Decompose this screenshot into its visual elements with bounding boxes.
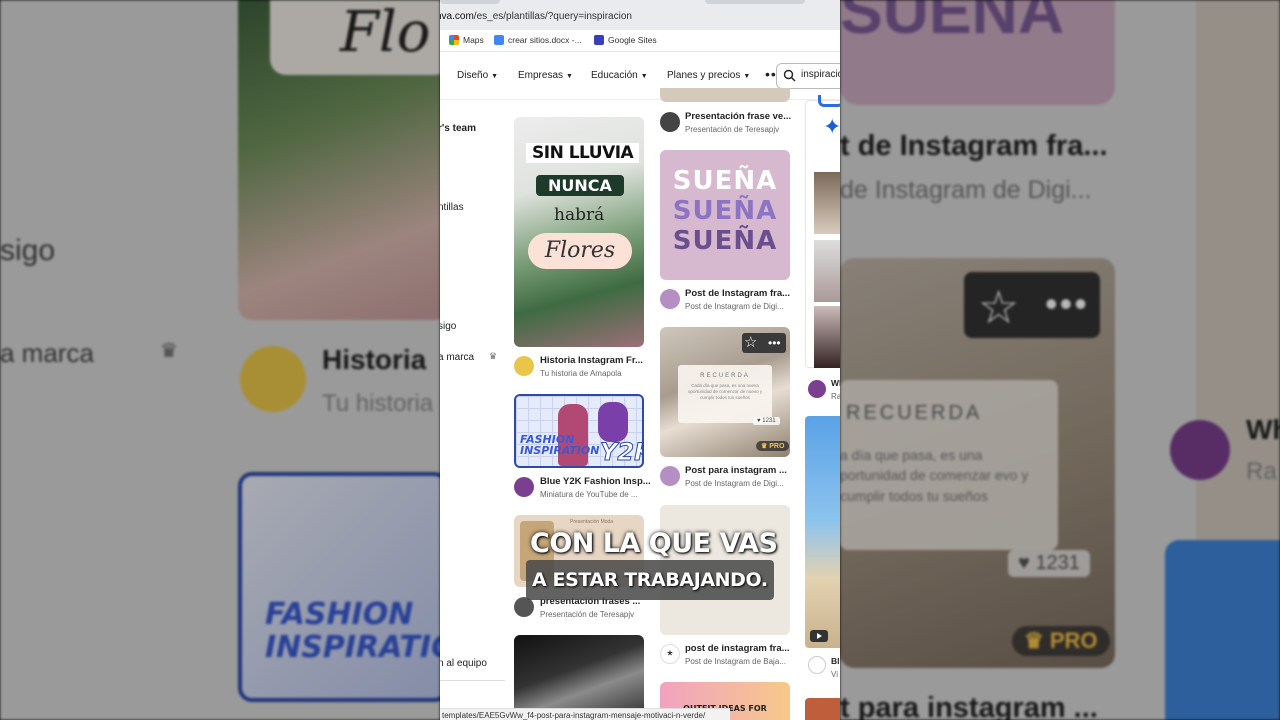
url-text[interactable]: nva.com/es_es/plantillas/?query=inspirac… (440, 11, 632, 22)
avatar[interactable] (660, 289, 680, 309)
sidebar-team[interactable]: r's team (440, 123, 476, 134)
sparkle-icon: ✦ (823, 114, 840, 139)
chevron-down-icon: ▼ (566, 73, 573, 80)
card-text-line: Y2K (600, 438, 642, 467)
bookmark-docx[interactable]: crear sitios.docx -... (494, 35, 582, 45)
quote-box: RECUERDA Cada día que pasa, es una nueva… (678, 365, 772, 423)
background-left-blur: Flo sigo a marca ♛ Historia Tu historia … (0, 0, 440, 720)
chevron-down-icon: ▼ (743, 73, 751, 80)
card-text-line: habrá (554, 205, 605, 225)
nav-educacion[interactable]: Educación ▼ (591, 70, 648, 81)
search-icon (783, 69, 796, 82)
card-title[interactable]: Blue Y2K Fashion Insp... (540, 476, 668, 487)
card-text-line: SIN LLUVIA (526, 143, 640, 163)
caption-line-1: CON LA QUE VAS (530, 528, 778, 559)
card-title[interactable]: post de instagram fra... (685, 643, 813, 654)
chevron-down-icon: ▼ (491, 73, 499, 80)
card-text-line: Cada día que pasa, es una nueva oportuni… (687, 383, 763, 401)
avatar[interactable] (514, 477, 534, 497)
avatar[interactable] (514, 356, 534, 376)
card-author[interactable]: Miniatura de YouTube de ... (540, 490, 668, 499)
video-icon (810, 630, 828, 642)
template-card-partial[interactable] (660, 88, 790, 102)
status-link-preview: templates/EAE5GvWw_f4-post-para-instagra… (440, 708, 730, 720)
card-text-line: Presentación Moda (570, 519, 614, 525)
template-card-y2k[interactable]: FASHIONINSPIRATION Y2K (514, 394, 644, 468)
card-title[interactable]: Presentación frase ve... (685, 111, 813, 122)
card-title[interactable]: Historia Instagram Fr... (540, 355, 668, 366)
bookmarks-bar: Maps crear sitios.docx -... Google Sites (440, 30, 840, 52)
template-card-partial[interactable] (805, 698, 840, 720)
card-text-line: SUEÑA (672, 196, 778, 226)
card-text-line: NUNCA (536, 175, 624, 196)
avatar[interactable] (660, 466, 680, 486)
likes-count: 1231 (762, 418, 776, 424)
sites-icon (594, 35, 604, 45)
avatar[interactable] (660, 112, 680, 132)
card-image (814, 240, 840, 302)
card-author[interactable]: Tu historia de Amapola (540, 369, 668, 378)
avatar[interactable] (808, 380, 826, 398)
card-image (814, 306, 840, 368)
card-author[interactable]: Presentación de Teresapjv (540, 610, 668, 619)
template-card-historia[interactable]: SIN LLUVIA NUNCA habrá Flores (514, 117, 644, 347)
card-text-line: Flores (528, 233, 632, 269)
template-card-recuerda[interactable]: ☆ ••• RECUERDA Cada día que pasa, es una… (660, 327, 790, 457)
blue-shape (818, 95, 840, 107)
avatar[interactable] (808, 656, 826, 674)
card-image (814, 172, 840, 234)
card-title[interactable]: Bl (831, 656, 840, 666)
card-author[interactable]: Post de Instagram de Digi... (685, 479, 813, 488)
bookmark-google-sites[interactable]: Google Sites (594, 35, 657, 45)
template-card-suena[interactable]: SUEÑA SUEÑA SUEÑA (660, 150, 790, 280)
sidebar-unirse-equipo[interactable]: n al equipo (440, 658, 487, 669)
address-bar[interactable]: nva.com/es_es/plantillas/?query=inspirac… (440, 0, 840, 30)
card-text-line: FASHION INSPIRATION (520, 433, 600, 457)
more-icon[interactable]: ••• (768, 333, 781, 353)
card-text-line: SUEÑA (672, 226, 778, 256)
browser-viewport: nva.com/es_es/plantillas/?query=inspirac… (440, 0, 840, 720)
asterisk-icon[interactable]: * (660, 644, 680, 664)
card-title[interactable]: Post de Instagram fra... (685, 288, 813, 299)
card-author[interactable]: Vi (831, 670, 838, 679)
card-author[interactable]: Ra (831, 392, 840, 401)
nav-diseno[interactable]: Diseño ▼ (457, 70, 498, 81)
bookmark-maps[interactable]: Maps (449, 35, 484, 45)
sidebar-marca[interactable]: a marca (440, 352, 474, 363)
avatar[interactable] (514, 597, 534, 617)
card-text-line: RECUERDA (700, 373, 750, 379)
sidebar-sigo[interactable]: sigo (440, 321, 456, 332)
card-text-line: SUEÑA (672, 166, 778, 196)
nav-empresas[interactable]: Empresas ▼ (518, 70, 573, 81)
nav-planes-precios[interactable]: Planes y precios ▼ (667, 70, 750, 81)
background-right-blur: SUEÑA t de Instagram fra... de Instagram… (840, 0, 1280, 720)
crown-icon: ♛ (489, 351, 498, 361)
pro-label: PRO (769, 443, 785, 450)
sidebar-plantillas[interactable]: ntillas (440, 202, 464, 213)
chevron-down-icon: ▼ (640, 73, 648, 80)
search-box[interactable] (776, 63, 840, 89)
maps-icon (449, 35, 459, 45)
card-author[interactable]: Post de Instagram de Baja... (685, 657, 813, 666)
sidebar-divider (440, 680, 505, 681)
card-author[interactable]: Presentación de Teresapjv (685, 125, 813, 134)
card-title[interactable]: Post para instagram ... (685, 465, 813, 476)
search-input[interactable] (801, 69, 840, 80)
caption-line-2: A ESTAR TRABAJANDO. (526, 560, 774, 600)
pro-badge: ♛ PRO (756, 441, 790, 451)
template-card-beach[interactable] (805, 416, 840, 648)
model-image (598, 402, 628, 442)
card-author[interactable]: Post de Instagram de Digi... (685, 302, 813, 311)
card-title[interactable]: Wh (831, 378, 840, 388)
likes-badge: ♥ 1231 (753, 417, 780, 425)
docs-icon (494, 35, 504, 45)
star-icon[interactable]: ☆ (744, 333, 757, 353)
